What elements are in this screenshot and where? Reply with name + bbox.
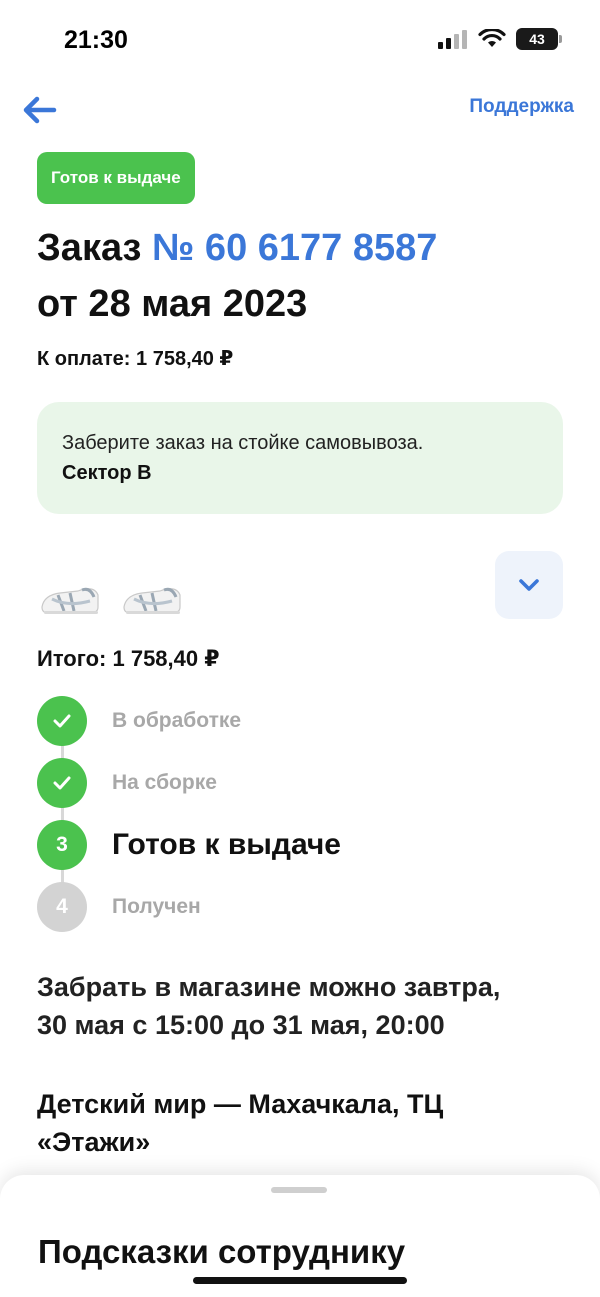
order-number: № 60 6177 8587 <box>152 227 438 269</box>
order-total: Итого: 1 758,40 ₽ <box>37 646 220 671</box>
battery-level: 43 <box>529 31 545 47</box>
product-thumbnail[interactable] <box>37 572 103 622</box>
step-label: Получен <box>112 895 201 918</box>
step-label: На сборке <box>112 771 217 794</box>
arrow-left-icon <box>23 96 57 124</box>
product-thumbnails <box>37 572 185 622</box>
store-name-line: «Этажи» <box>37 1127 151 1157</box>
store-name: Детский мир — Махачкала, ТЦ «Этажи» <box>37 1085 537 1161</box>
battery-icon: 43 <box>516 28 562 50</box>
product-thumbnail[interactable] <box>119 572 185 622</box>
home-indicator[interactable] <box>193 1277 407 1284</box>
order-title-prefix: Заказ <box>37 227 153 269</box>
page-title: Заказ № 60 6177 8587 от 28 мая 2023 <box>37 220 437 332</box>
sandal-image <box>123 587 181 614</box>
check-icon <box>37 758 87 808</box>
sandal-image <box>41 587 99 614</box>
pickup-info-box: Заберите заказ на стойке самовывоза. Сек… <box>37 402 563 514</box>
status-time: 21:30 <box>64 26 128 54</box>
chevron-down-icon <box>519 579 539 591</box>
status-badge: Готов к выдаче <box>37 152 195 204</box>
pickup-window: Забрать в магазине можно завтра, 30 мая … <box>37 968 500 1044</box>
step-number: 3 <box>37 820 87 870</box>
pickup-window-line: Забрать в магазине можно завтра, <box>37 972 501 1002</box>
step-received: 4 Получен <box>37 882 201 932</box>
status-icons: 43 <box>438 28 562 50</box>
step-processing: В обработке <box>37 696 241 746</box>
step-number: 4 <box>37 882 87 932</box>
check-icon <box>37 696 87 746</box>
top-nav: Поддержка <box>0 80 600 140</box>
expand-products-button[interactable] <box>495 551 563 619</box>
amount-due: К оплате: 1 758,40 ₽ <box>37 348 234 370</box>
step-label: Готов к выдаче <box>112 828 341 861</box>
pickup-sector: Сектор B <box>62 462 152 484</box>
pickup-window-line: 30 мая с 15:00 до 31 мая, 20:00 <box>37 1010 445 1040</box>
store-name-line: Детский мир — Махачкала, ТЦ <box>37 1089 444 1119</box>
sheet-title: Подсказки сотруднику <box>38 1233 406 1270</box>
status-bar: 21:30 43 <box>0 0 600 80</box>
pickup-info-text: Заберите заказ на стойке самовывоза. <box>62 432 424 454</box>
step-assembly: На сборке <box>37 758 217 808</box>
signal-icon <box>438 30 467 49</box>
sheet-drag-handle[interactable] <box>271 1187 327 1193</box>
order-date: от 28 мая 2023 <box>37 283 308 325</box>
step-label: В обработке <box>112 709 242 732</box>
wifi-icon <box>478 29 506 47</box>
back-button[interactable] <box>20 90 60 130</box>
step-ready: 3 Готов к выдаче <box>37 820 341 870</box>
support-link[interactable]: Поддержка <box>469 96 574 118</box>
